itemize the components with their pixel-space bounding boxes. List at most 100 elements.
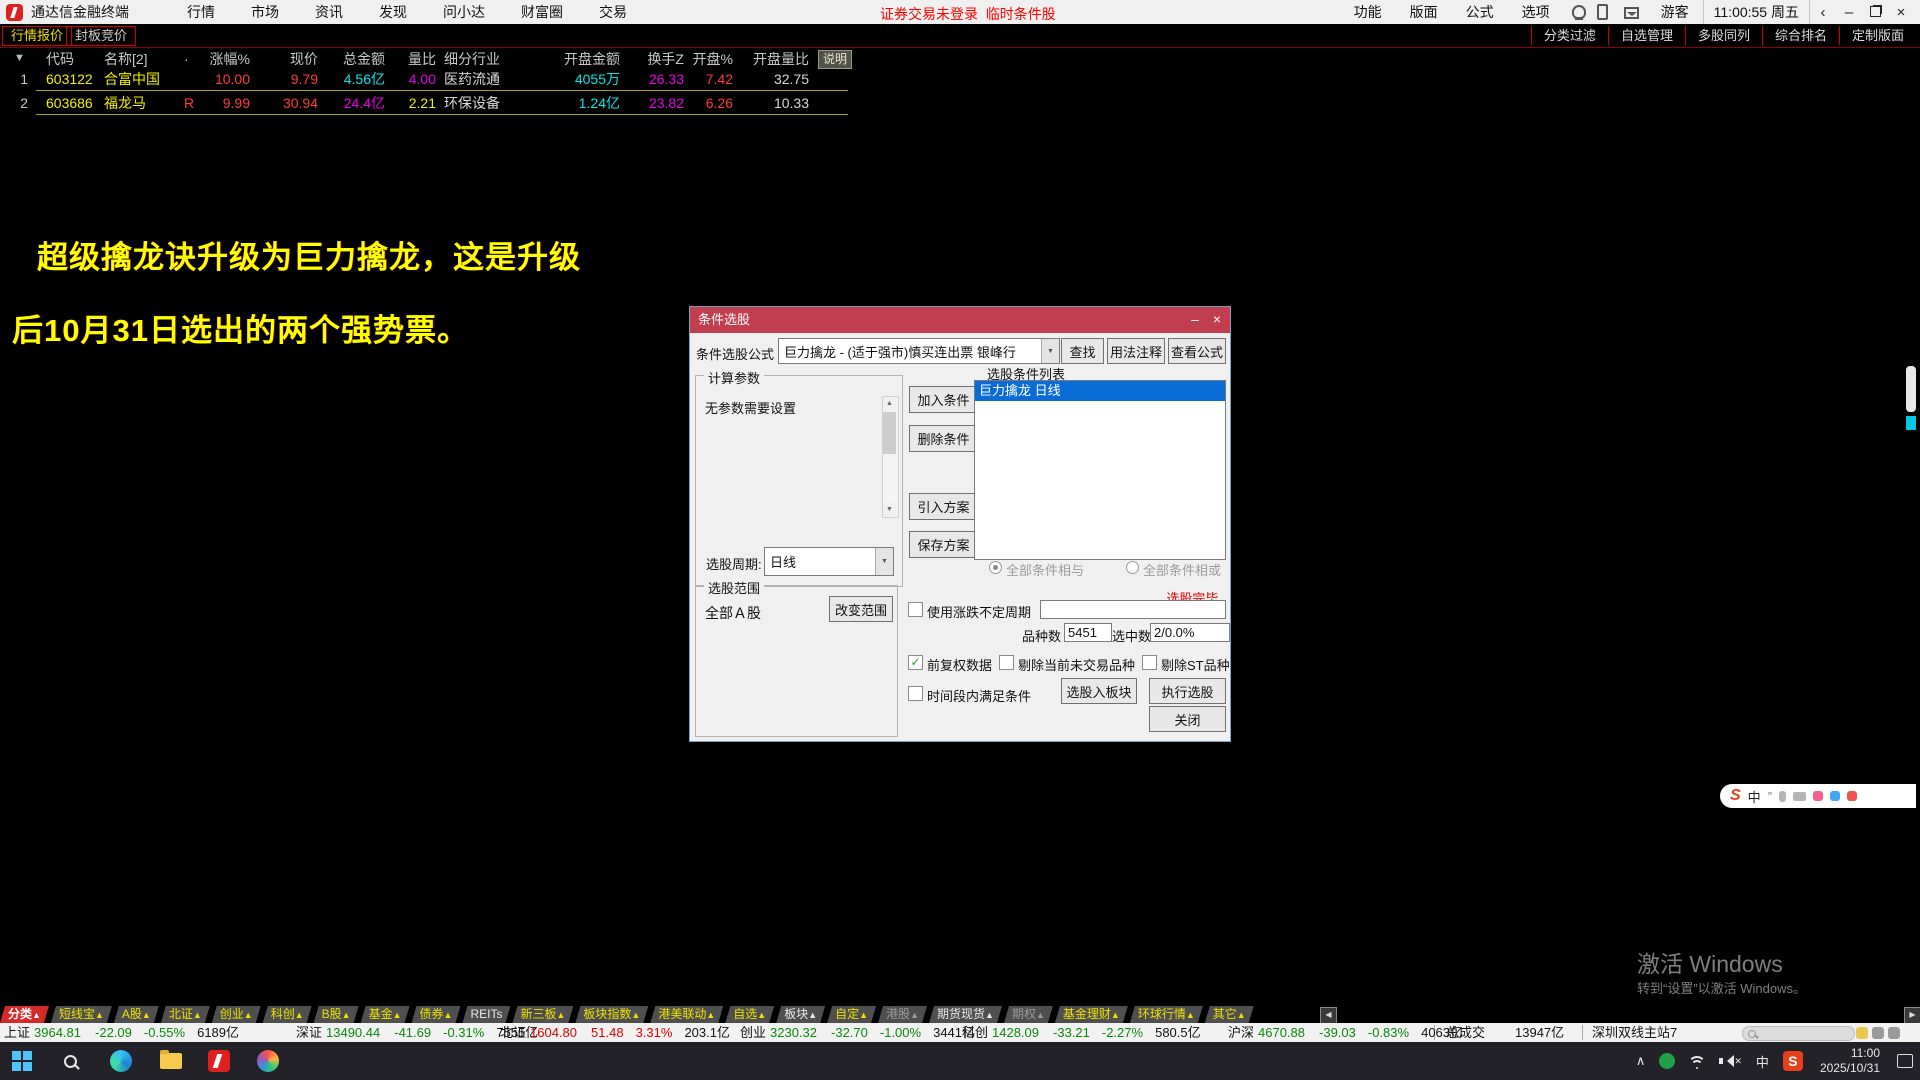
- feedback-icon[interactable]: [1847, 791, 1858, 801]
- message-icon[interactable]: [1623, 7, 1639, 19]
- checkbox-updown-period[interactable]: [908, 602, 923, 617]
- view-formula-button[interactable]: 查看公式: [1168, 338, 1226, 364]
- column-header[interactable]: 开盘%: [686, 48, 733, 70]
- ime-mode-indicator[interactable]: 中: [1748, 787, 1761, 806]
- dialog-titlebar[interactable]: 条件选股 – ×: [690, 307, 1230, 333]
- checkbox-time-range[interactable]: [908, 686, 923, 701]
- table-cell[interactable]: 10.33: [736, 92, 809, 114]
- table-cell[interactable]: 26.33: [628, 68, 684, 90]
- market-tab-A股[interactable]: A股▲: [114, 1006, 159, 1023]
- minimize-button[interactable]: –: [1836, 4, 1862, 21]
- checkbox-exclude-st[interactable]: [1142, 655, 1157, 670]
- dialog-close-icon[interactable]: ×: [1206, 307, 1228, 333]
- tool-classify-filter[interactable]: 分类过滤: [1530, 26, 1608, 45]
- market-tab-基金[interactable]: 基金▲: [361, 1006, 410, 1023]
- index-segment-上证[interactable]: 上证 3964.81 -22.09 -0.55% 6189亿: [4, 1023, 239, 1042]
- add-condition-button[interactable]: 加入条件: [909, 386, 978, 413]
- index-segment-沪深[interactable]: 沪深 4670.88 -39.03 -0.83% 4063亿: [1228, 1023, 1463, 1042]
- tool-custom-layout[interactable]: 定制版面: [1838, 26, 1916, 45]
- table-cell[interactable]: 4.56亿: [322, 68, 385, 90]
- tray-green-app-icon[interactable]: [1659, 1053, 1676, 1069]
- server-name[interactable]: 深圳双线主站7: [1592, 1023, 1677, 1042]
- restore-button[interactable]: [1862, 4, 1888, 21]
- tool-watchlist-manage[interactable]: 自选管理: [1607, 26, 1685, 45]
- ime-language-icon[interactable]: 中: [1756, 1052, 1769, 1071]
- radio-all-and[interactable]: [989, 561, 1002, 574]
- table-cell[interactable]: 4055万: [546, 68, 620, 90]
- import-plan-button[interactable]: 引入方案: [909, 493, 978, 520]
- close-dialog-button[interactable]: 关闭: [1149, 706, 1226, 732]
- table-cell[interactable]: 603122: [46, 68, 102, 90]
- menu-hangqing[interactable]: 行情: [169, 2, 233, 22]
- table-cell[interactable]: 7.42: [686, 68, 733, 90]
- params-scrollbar[interactable]: ▲ ▼: [882, 396, 899, 518]
- tool-multi-stock[interactable]: 多股同列: [1684, 26, 1762, 45]
- market-tab-REITs[interactable]: REITs: [462, 1006, 510, 1023]
- index-segment-科创[interactable]: 科创 1428.09 -33.21 -2.27% 580.5亿: [962, 1023, 1201, 1042]
- market-tab-期权[interactable]: 期权▲: [1004, 1006, 1053, 1023]
- index-segment-北证[interactable]: 北证 1604.80 51.48 3.31% 203.1亿: [500, 1023, 730, 1042]
- column-header[interactable]: 开盘金额: [546, 48, 620, 70]
- menu-gongshi[interactable]: 公式: [1452, 2, 1508, 22]
- tab-scroll-left-icon[interactable]: ◀: [1320, 1007, 1337, 1024]
- market-tab-港美联动[interactable]: 港美联动▲: [650, 1006, 723, 1023]
- tab-scroll-right-icon[interactable]: ▶: [1904, 1007, 1920, 1024]
- market-tab-期货现货[interactable]: 期货现货▲: [929, 1006, 1002, 1023]
- edge-browser-icon[interactable]: [109, 1049, 133, 1073]
- scroll-down-icon[interactable]: ▼: [883, 503, 896, 517]
- count-field[interactable]: 5451: [1064, 623, 1112, 642]
- help-badge[interactable]: 说明: [818, 50, 852, 69]
- menu-caifuquan[interactable]: 财富圈: [503, 2, 581, 22]
- close-button[interactable]: ×: [1888, 4, 1914, 21]
- index-segment-创业[interactable]: 创业 3230.32 -32.70 -1.00% 3441亿: [740, 1023, 975, 1042]
- sort-descending-icon[interactable]: ▼: [14, 48, 25, 68]
- table-cell[interactable]: 10.00: [198, 68, 250, 90]
- table-cell[interactable]: 2.21: [390, 92, 436, 114]
- market-tab-环球行情[interactable]: 环球行情▲: [1130, 1006, 1203, 1023]
- find-button[interactable]: 查找: [1061, 338, 1104, 364]
- tool-composite-rank[interactable]: 综合排名: [1761, 26, 1839, 45]
- table-cell[interactable]: 医药流通: [444, 68, 544, 90]
- market-tab-科创[interactable]: 科创▲: [263, 1006, 312, 1023]
- table-cell[interactable]: 1.24亿: [546, 92, 620, 114]
- formula-combobox[interactable]: 巨力擒龙 - (适于强市)慎买连出票 银峰行 ▼: [778, 338, 1060, 364]
- menu-faxian[interactable]: 发现: [361, 2, 425, 22]
- hit-field[interactable]: 2/0.0%: [1150, 623, 1230, 642]
- table-cell[interactable]: 30.94: [256, 92, 318, 114]
- tab-quote-report[interactable]: 行情报价: [2, 26, 73, 46]
- skin-icon[interactable]: [1813, 791, 1824, 801]
- toolbox-icon[interactable]: [1830, 791, 1841, 801]
- microphone-icon[interactable]: [1779, 790, 1787, 802]
- table-cell[interactable]: 24.4亿: [322, 92, 385, 114]
- table-cell[interactable]: 603686: [46, 92, 102, 114]
- radio-all-or[interactable]: [1126, 561, 1139, 574]
- condition-listbox[interactable]: 巨力擒龙 日线: [974, 380, 1226, 560]
- market-tab-港股[interactable]: 港股▲: [878, 1006, 927, 1023]
- usage-note-button[interactable]: 用法注释: [1107, 338, 1165, 364]
- market-tab-B股[interactable]: B股▲: [314, 1006, 359, 1023]
- menu-wenxiaoda[interactable]: 问小达: [425, 2, 503, 22]
- scroll-thumb[interactable]: [883, 412, 896, 454]
- menu-gongneng[interactable]: 功能: [1340, 2, 1396, 22]
- scroll-up-icon[interactable]: ▲: [883, 397, 896, 411]
- market-tab-创业[interactable]: 创业▲: [212, 1006, 261, 1023]
- volume-muted-icon[interactable]: ✕: [1719, 1055, 1742, 1067]
- scrollbar-marker[interactable]: [1906, 416, 1916, 430]
- user-status-icon[interactable]: [1888, 1027, 1900, 1039]
- column-header[interactable]: 细分行业: [444, 48, 544, 70]
- chevron-down-icon[interactable]: ▼: [875, 548, 893, 575]
- column-header[interactable]: 量比: [390, 48, 436, 70]
- scrollbar-thumb[interactable]: [1906, 366, 1916, 412]
- table-cell[interactable]: 23.82: [628, 92, 684, 114]
- table-cell[interactable]: 福龙马: [104, 92, 184, 114]
- table-cell[interactable]: 环保设备: [444, 92, 544, 114]
- period-combobox[interactable]: 日线 ▼: [764, 547, 894, 576]
- market-tab-其它[interactable]: 其它▲: [1205, 1006, 1254, 1023]
- lock-icon[interactable]: [1856, 1027, 1868, 1039]
- execute-select-button[interactable]: 执行选股: [1149, 678, 1226, 704]
- menu-shichang[interactable]: 市场: [233, 2, 297, 22]
- browser-app-icon[interactable]: [256, 1049, 280, 1073]
- notification-center-icon[interactable]: [1897, 1054, 1913, 1068]
- back-icon[interactable]: ‹: [1810, 4, 1836, 21]
- taskbar-search-icon[interactable]: [58, 1049, 82, 1073]
